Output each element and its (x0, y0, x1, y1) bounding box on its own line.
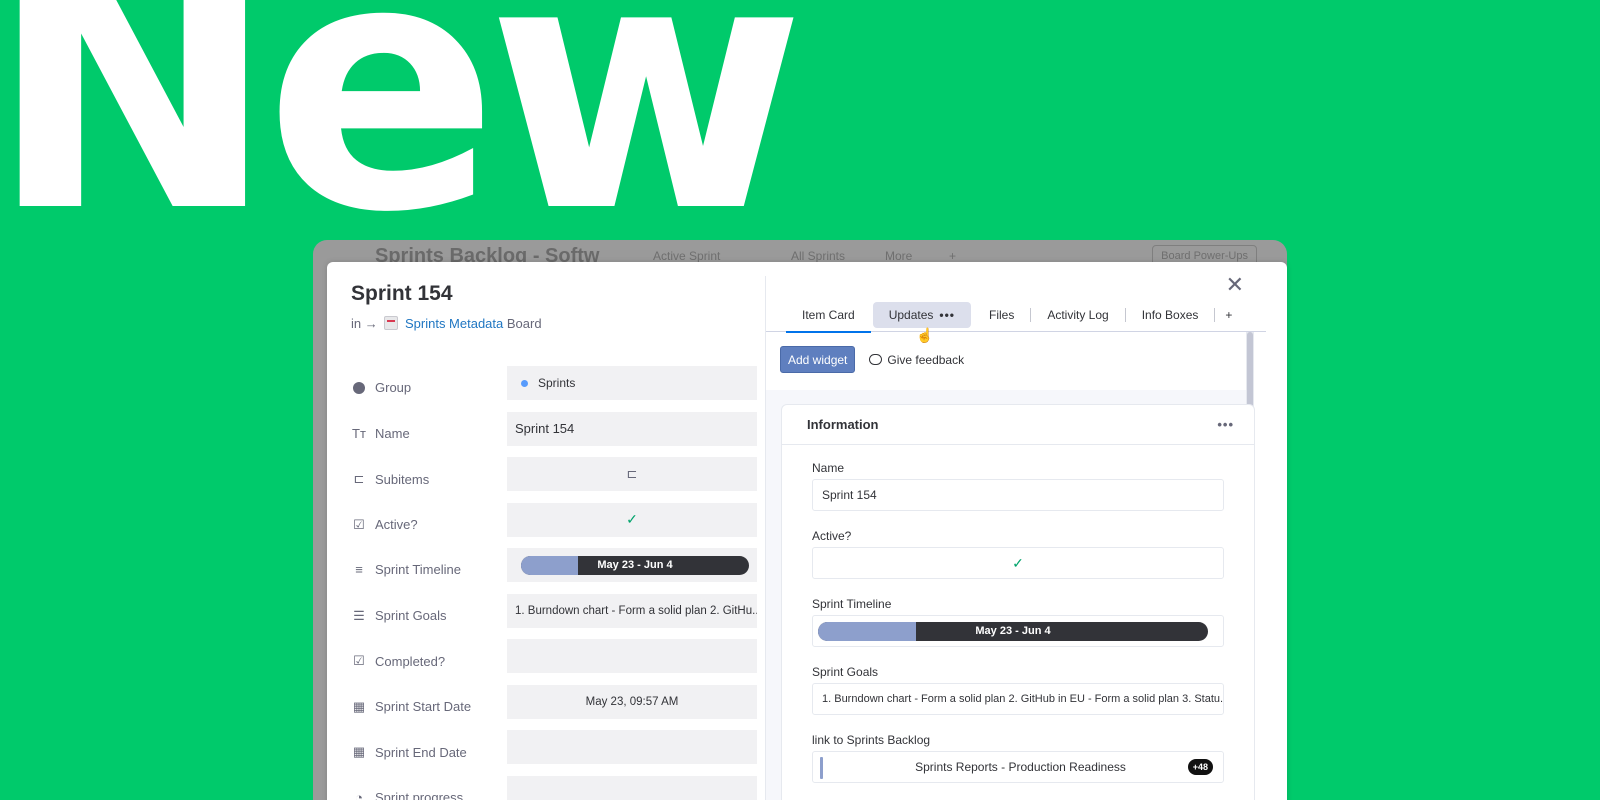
active-checkbox[interactable]: ✓ (507, 502, 757, 537)
widget-toolbar: Add widget Give feedback (780, 346, 964, 373)
end-date-value[interactable] (507, 730, 757, 764)
field-row-group: Group Sprints (351, 366, 757, 412)
item-title: Sprint 154 (351, 282, 453, 305)
view-tab-more[interactable]: More (885, 249, 912, 263)
widget-menu-icon[interactable]: ••• (1217, 417, 1234, 432)
field-label: Name (375, 425, 410, 441)
checkbox-icon: ☑ (353, 516, 365, 532)
field-label: Sprint Timeline (375, 562, 461, 577)
info-field-goals: Sprint Goals 1. Burndown chart - Form a … (812, 665, 1224, 715)
board-prefix: in → (351, 316, 378, 331)
info-field-timeline: Sprint Timeline May 23 - Jun 4 (812, 597, 1224, 647)
timeline-bar: May 23 - Jun 4 (521, 555, 749, 575)
field-label: Sprint Start Date (375, 699, 472, 714)
field-row-sprint-progress: ◔ Sprint progress (351, 775, 757, 800)
item-modal: ✕ Sprint 154 in → Sprints Metadata Board… (327, 262, 1287, 800)
item-board-breadcrumb: in → Sprints Metadata Board (351, 316, 542, 331)
field-row-subitems: ⊏ Subitems ⊏ (351, 457, 757, 503)
completed-checkbox[interactable] (507, 639, 757, 673)
field-label: Sprint Goals (375, 608, 447, 623)
timeline-icon: ≡ (355, 562, 363, 577)
subitems-icon: ⊏ (353, 471, 365, 486)
tab-files[interactable]: Files (973, 298, 1030, 332)
widget-header: Information ••• (782, 405, 1254, 445)
item-fields-pane: Sprint 154 in → Sprints Metadata Board G… (327, 262, 765, 800)
board-suffix: Board (506, 316, 542, 331)
add-view-button[interactable]: + (949, 249, 956, 263)
more-icon[interactable]: ••• (939, 308, 955, 322)
tab-updates[interactable]: Updates ••• (872, 301, 971, 328)
tab-activity-log[interactable]: Activity Log (1031, 298, 1124, 332)
feedback-icon (869, 354, 883, 365)
field-label: Completed? (375, 653, 446, 669)
field-row-end-date: ▦ Sprint End Date (351, 730, 757, 776)
tab-bar: Item Card Updates ••• Files Activity Log … (766, 298, 1266, 333)
calendar-icon: ▦ (352, 698, 366, 714)
field-row-name: Tт Name Sprint 154 (351, 411, 757, 458)
field-row-start-date: ▦ Sprint Start Date May 23, 09:57 AM (351, 684, 757, 731)
long-text-icon: ☰ (353, 607, 365, 623)
widget-body: Name Sprint 154 Active? ✓ Sprint Timelin… (782, 445, 1254, 783)
board-link[interactable]: Sprints Metadata (405, 316, 503, 331)
linked-item-field[interactable]: Sprints Reports - Production Readiness +… (812, 751, 1224, 783)
field-list: Group Sprints Tт Name Sprint 154 ⊏ Subitem… (351, 366, 757, 800)
sprint-goals-value[interactable]: 1. Burndown chart - Form a solid plan 2.… (507, 593, 757, 628)
goals-field[interactable]: 1. Burndown chart - Form a solid plan 2.… (812, 683, 1224, 715)
field-label: Subitems (375, 471, 430, 487)
name-value[interactable]: Sprint 154 (507, 411, 757, 446)
add-subitem-icon[interactable]: ⊏ (627, 466, 638, 482)
more-count-badge[interactable]: +48 (1187, 759, 1213, 775)
calendar-icon: ▦ (352, 744, 366, 759)
info-field-active: Active? ✓ (812, 529, 1224, 579)
field-row-active: ☑ Active? ✓ (351, 502, 757, 549)
sprint-progress-value[interactable] (507, 775, 757, 800)
view-tab-all-sprints[interactable]: All Sprints (791, 249, 845, 263)
group-value[interactable]: Sprints (507, 366, 757, 400)
add-widget-button[interactable]: Add widget (780, 346, 856, 373)
give-feedback-button[interactable]: Give feedback (869, 353, 964, 367)
active-field[interactable]: ✓ (812, 547, 1224, 579)
check-icon: ✓ (626, 511, 638, 527)
info-field-link: link to Sprints Backlog Sprints Reports … (812, 733, 1224, 783)
sprint-timeline-value[interactable]: May 23 - Jun 4 (507, 548, 757, 582)
add-tab-button[interactable]: + (1215, 298, 1242, 332)
checkbox-icon: ☑ (353, 653, 365, 668)
field-row-sprint-timeline: ≡ Sprint Timeline May 23 - Jun 4 (351, 548, 757, 594)
board-icon (384, 316, 399, 330)
subitems-value[interactable]: ⊏ (507, 457, 757, 491)
field-label: Sprint End Date (375, 744, 467, 760)
field-row-completed: ☑ Completed? (351, 639, 757, 685)
widget-title: Information (807, 417, 879, 432)
field-label: Group (375, 380, 412, 395)
view-tab-active-sprint[interactable]: Active Sprint (653, 249, 720, 263)
field-label: Active? (375, 517, 418, 532)
item-card-pane: Item Card Updates ••• Files Activity Log … (766, 262, 1287, 800)
info-field-name: Name Sprint 154 (812, 461, 1224, 511)
hero-headline: New (0, 0, 805, 288)
check-icon: ✓ (1012, 554, 1024, 571)
hand-cursor-icon: ☝ (916, 327, 934, 343)
tab-info-boxes[interactable]: Info Boxes (1126, 298, 1215, 332)
field-row-sprint-goals: ☰ Sprint Goals 1. Burndown chart - Form a… (351, 593, 757, 640)
text-icon: Tт (352, 425, 366, 441)
field-label: Sprint progress (375, 789, 464, 800)
timeline-field[interactable]: May 23 - Jun 4 (812, 615, 1224, 647)
group-color-dot (521, 379, 528, 387)
timeline-bar: May 23 - Jun 4 (818, 621, 1208, 641)
start-date-value[interactable]: May 23, 09:57 AM (507, 684, 757, 719)
progress-icon: ◔ (355, 789, 363, 800)
tab-item-card[interactable]: Item Card (786, 298, 871, 333)
name-field[interactable]: Sprint 154 (812, 479, 1224, 511)
information-widget: Information ••• Name Sprint 154 Active? … (781, 404, 1255, 800)
linked-item[interactable]: Sprints Reports - Production Readiness (915, 760, 1126, 774)
group-icon (351, 381, 367, 394)
